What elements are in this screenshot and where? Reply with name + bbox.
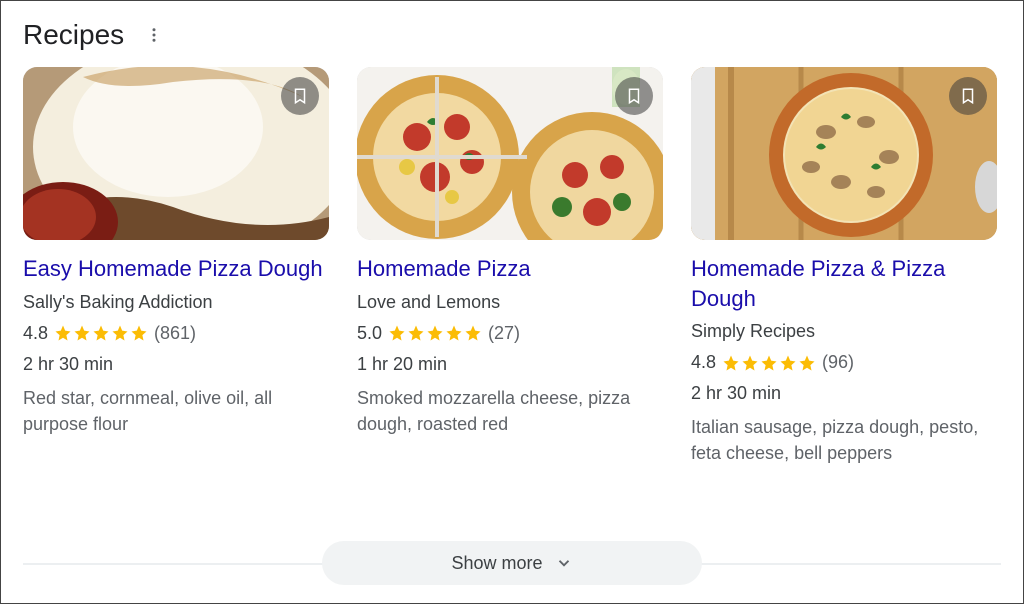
review-count: (861) xyxy=(154,323,196,344)
review-count: (96) xyxy=(822,352,854,373)
recipe-duration: 1 hr 20 min xyxy=(357,354,663,375)
rating-row: 5.0 (27) xyxy=(357,323,663,344)
recipe-ingredients: Smoked mozzarella cheese, pizza dough, r… xyxy=(357,385,663,437)
recipe-ingredients: Italian sausage, pizza dough, pesto, fet… xyxy=(691,414,997,466)
star-rating-icon xyxy=(722,354,816,372)
recipe-title-link[interactable]: Homemade Pizza & Pizza Dough xyxy=(691,254,997,313)
rating-value: 4.8 xyxy=(23,323,48,344)
more-vertical-icon xyxy=(145,26,163,44)
recipe-thumbnail[interactable] xyxy=(23,67,329,240)
rating-row: 4.8 (861) xyxy=(23,323,329,344)
recipe-source: Love and Lemons xyxy=(357,292,663,313)
recipe-card: Homemade Pizza Love and Lemons 5.0 (27) … xyxy=(357,67,663,467)
rating-value: 5.0 xyxy=(357,323,382,344)
recipe-thumbnail[interactable] xyxy=(357,67,663,240)
rating-value: 4.8 xyxy=(691,352,716,373)
bookmark-button[interactable] xyxy=(281,77,319,115)
recipe-title-link[interactable]: Homemade Pizza xyxy=(357,254,663,284)
bookmark-button[interactable] xyxy=(949,77,987,115)
recipe-card: Homemade Pizza & Pizza Dough Simply Reci… xyxy=(691,67,997,467)
bookmark-button[interactable] xyxy=(615,77,653,115)
bookmark-icon xyxy=(291,87,309,105)
show-more-label: Show more xyxy=(451,553,542,574)
star-rating-icon xyxy=(54,324,148,342)
chevron-down-icon xyxy=(555,554,573,572)
recipe-title-link[interactable]: Easy Homemade Pizza Dough xyxy=(23,254,329,284)
star-rating-icon xyxy=(388,324,482,342)
recipe-duration: 2 hr 30 min xyxy=(691,383,997,404)
rating-row: 4.8 (96) xyxy=(691,352,997,373)
recipe-thumbnail[interactable] xyxy=(691,67,997,240)
recipe-duration: 2 hr 30 min xyxy=(23,354,329,375)
bookmark-icon xyxy=(959,87,977,105)
recipe-ingredients: Red star, cornmeal, olive oil, all purpo… xyxy=(23,385,329,437)
recipe-source: Simply Recipes xyxy=(691,321,997,342)
show-more-button[interactable]: Show more xyxy=(322,541,702,585)
recipe-card: Easy Homemade Pizza Dough Sally's Baking… xyxy=(23,67,329,467)
bookmark-icon xyxy=(625,87,643,105)
more-menu-button[interactable] xyxy=(142,23,166,47)
recipe-cards-row: Easy Homemade Pizza Dough Sally's Baking… xyxy=(23,67,1001,467)
section-title: Recipes xyxy=(23,19,124,51)
review-count: (27) xyxy=(488,323,520,344)
recipe-source: Sally's Baking Addiction xyxy=(23,292,329,313)
